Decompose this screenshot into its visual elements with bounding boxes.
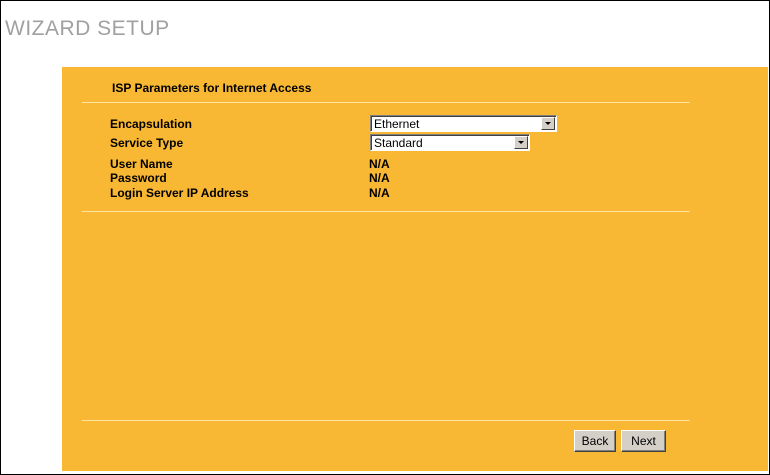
login-server-ip-label: Login Server IP Address [110, 186, 249, 200]
divider [82, 420, 690, 421]
login-server-ip-value: N/A [369, 186, 390, 200]
back-button[interactable]: Back [574, 430, 616, 452]
encapsulation-select[interactable]: Ethernet [370, 115, 557, 132]
section-title: ISP Parameters for Internet Access [112, 81, 312, 95]
page-title: WIZARD SETUP [5, 17, 170, 40]
password-label: Password [110, 171, 167, 185]
encapsulation-label: Encapsulation [110, 117, 193, 131]
chevron-down-icon[interactable] [541, 117, 555, 130]
service-type-selected-value: Standard [374, 136, 423, 150]
chevron-down-icon[interactable] [514, 136, 528, 149]
password-value: N/A [369, 171, 390, 185]
next-button[interactable]: Next [621, 430, 666, 452]
user-name-value: N/A [369, 157, 390, 171]
service-type-select[interactable]: Standard [370, 134, 530, 151]
user-name-label: User Name [110, 157, 173, 171]
encapsulation-selected-value: Ethernet [374, 117, 420, 131]
divider [82, 102, 690, 103]
service-type-label: Service Type [110, 136, 184, 150]
divider [82, 211, 690, 212]
